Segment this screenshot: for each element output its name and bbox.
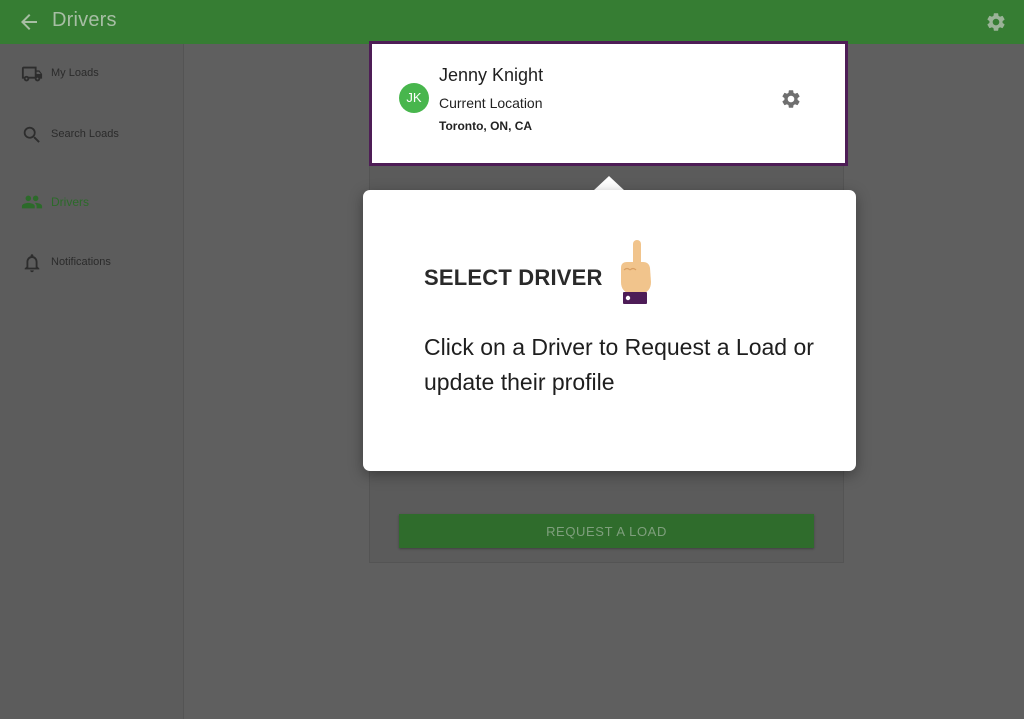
driver-card[interactable]: JK Jenny Knight Current Location Toronto… [369, 41, 848, 166]
truck-icon [21, 66, 43, 82]
request-load-button[interactable]: REQUEST A LOAD [399, 514, 814, 548]
sidebar: My Loads Search Loads Drivers Notificati… [0, 44, 184, 719]
tooltip-body: Click on a Driver to Request a Load or u… [424, 334, 814, 395]
sidebar-item-label: Drivers [51, 195, 89, 209]
sidebar-item-label: My Loads [51, 67, 99, 79]
arrow-left-icon[interactable] [17, 10, 41, 34]
sidebar-item-my-loads[interactable]: My Loads [0, 55, 184, 95]
people-icon [21, 195, 43, 209]
sidebar-item-search-loads[interactable]: Search Loads [0, 116, 184, 156]
gear-icon[interactable] [780, 88, 802, 110]
sidebar-item-label: Search Loads [51, 128, 119, 140]
sidebar-item-notifications[interactable]: Notifications [0, 244, 184, 284]
pointing-hand-icon [621, 240, 651, 304]
avatar: JK [399, 83, 429, 113]
tooltip-title: SELECT DRIVER [424, 265, 603, 290]
search-icon [23, 126, 40, 143]
driver-location: Toronto, ON, CA [439, 119, 533, 133]
page-title: Drivers [52, 9, 117, 31]
driver-name: Jenny Knight [439, 65, 544, 85]
bell-icon [24, 254, 40, 273]
sidebar-item-drivers[interactable]: Drivers [0, 183, 184, 223]
tooltip-arrow [593, 176, 625, 191]
location-label: Current Location [439, 95, 543, 111]
app-bar: Drivers [0, 0, 1024, 44]
onboarding-tooltip[interactable]: SELECT DRIVER Click on a Driver to Reque… [363, 190, 856, 471]
sidebar-item-label: Notifications [51, 256, 111, 268]
gear-icon[interactable] [985, 11, 1007, 33]
